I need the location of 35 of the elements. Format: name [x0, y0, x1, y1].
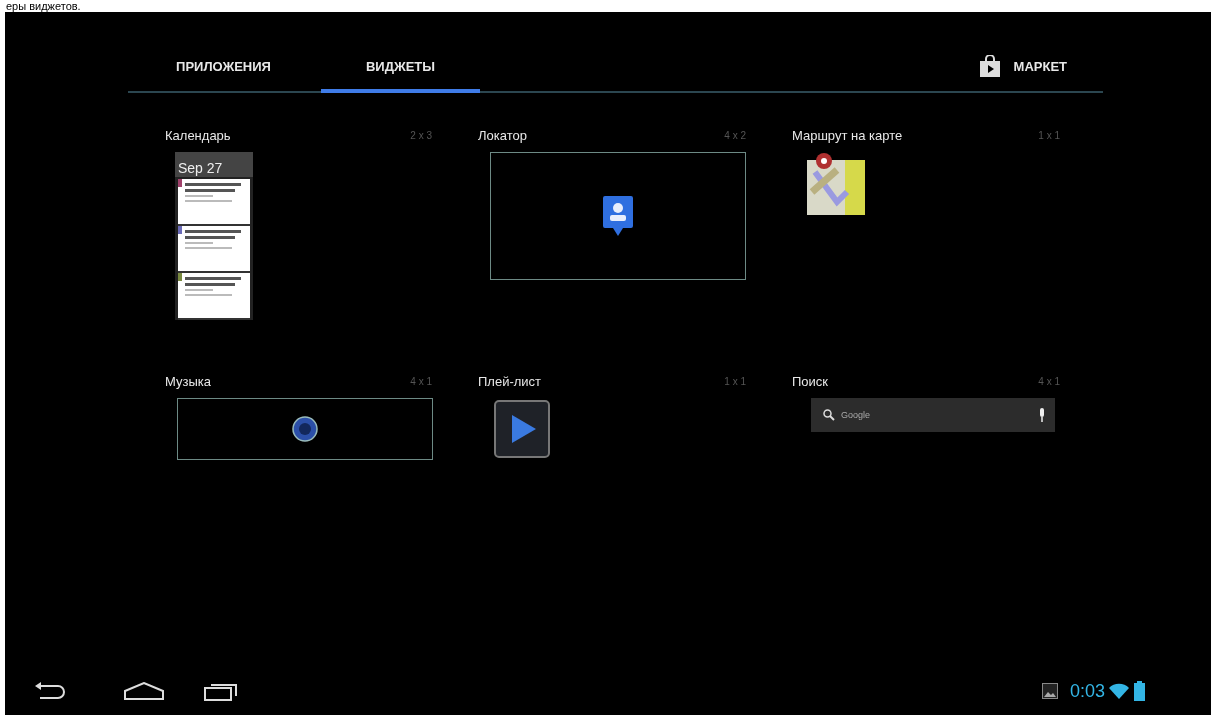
search-field[interactable]: Google: [811, 398, 1055, 432]
calendar-date: Sep 27: [178, 160, 224, 176]
widget-name: Поиск: [792, 375, 829, 389]
widget-name: Локатор: [478, 129, 527, 143]
home-button[interactable]: [124, 682, 164, 700]
widget-name: Плей-лист: [478, 375, 542, 389]
widget-size: 2 x 3: [410, 129, 432, 143]
home-icon: [124, 682, 164, 700]
widget-size: 4 x 1: [410, 375, 432, 389]
caption-text: еры виджетов.: [5, 0, 82, 12]
wifi-icon: [1109, 683, 1129, 699]
widget-size: 1 x 1: [1038, 129, 1060, 143]
shopping-bag-icon: [979, 55, 1000, 77]
speaker-icon: [292, 416, 318, 442]
tab[interactable]: ПРИЛОЖЕНИЯ: [144, 43, 303, 93]
widget-size: 4 x 2: [724, 129, 746, 143]
recent-apps-icon: [204, 681, 238, 701]
picture-icon: [1041, 683, 1058, 699]
battery-icon: [1134, 681, 1145, 701]
widget-name: Маршрут на карте: [792, 129, 903, 143]
play-button-icon: [494, 400, 550, 458]
widget-size: 1 x 1: [724, 375, 746, 389]
search-icon: [823, 409, 835, 421]
back-button[interactable]: [34, 682, 66, 700]
widget-name: Музыка: [165, 375, 211, 389]
widget-name: Календарь: [165, 129, 231, 143]
clock-time: 0:03: [1069, 680, 1105, 702]
widget-size: 4 x 1: [1038, 375, 1060, 389]
market-button[interactable]: МАРКЕТ: [979, 41, 1067, 91]
map-route-icon: [807, 152, 867, 216]
recent-apps-button[interactable]: [204, 681, 238, 701]
microphone-icon: [1039, 408, 1045, 422]
tab[interactable]: ВИДЖЕТЫ: [321, 43, 480, 93]
location-person-icon: [603, 196, 633, 236]
back-arrow-icon: [34, 682, 66, 700]
